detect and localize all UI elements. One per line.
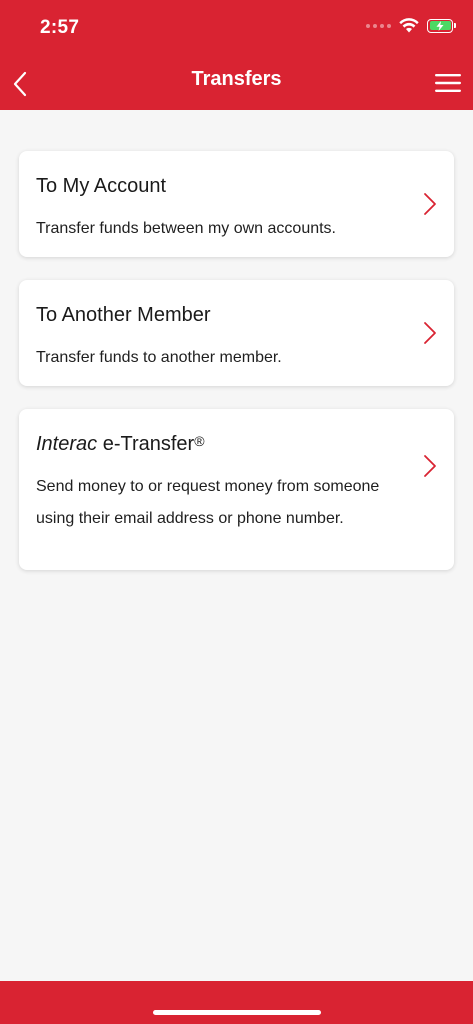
page-title: Transfers	[191, 68, 282, 90]
card-description: Transfer funds between my own accounts.	[36, 220, 336, 237]
e-transfer-text: e-Transfer	[97, 433, 195, 455]
status-indicators	[366, 18, 456, 33]
card-title: Interac e-Transfer®	[36, 431, 394, 457]
chevron-right-icon	[424, 455, 436, 477]
card-title: To My Account	[36, 175, 167, 197]
transfers-screen: 2:57 Transfers To My Account Transfer fu…	[0, 0, 473, 1024]
interac-e-transfer-card[interactable]: Interac e-Transfer® Send money to or req…	[19, 409, 454, 570]
card-title: To Another Member	[36, 304, 211, 326]
interac-brand-text: Interac	[36, 433, 98, 455]
transfer-options: To My Account Transfer funds between my …	[19, 151, 454, 593]
hamburger-menu-icon	[435, 74, 461, 92]
card-description: Send money to or request money from some…	[36, 478, 380, 527]
home-indicator[interactable]	[152, 1010, 321, 1015]
wifi-icon	[399, 18, 419, 33]
chevron-right-icon	[424, 322, 436, 344]
registered-mark: ®	[194, 433, 205, 449]
menu-button[interactable]	[433, 68, 463, 98]
battery-charging-icon	[429, 20, 451, 31]
status-time: 2:57	[40, 17, 80, 38]
chevron-right-icon	[424, 193, 436, 215]
card-description: Transfer funds to another member.	[36, 349, 282, 366]
header: 2:57 Transfers	[0, 0, 473, 110]
to-another-member-card[interactable]: To Another Member Transfer funds to anot…	[19, 280, 454, 386]
bottom-bar	[0, 981, 473, 1024]
to-my-account-card[interactable]: To My Account Transfer funds between my …	[19, 151, 454, 257]
battery-icon	[427, 18, 456, 33]
cellular-signal-icon	[366, 23, 391, 28]
